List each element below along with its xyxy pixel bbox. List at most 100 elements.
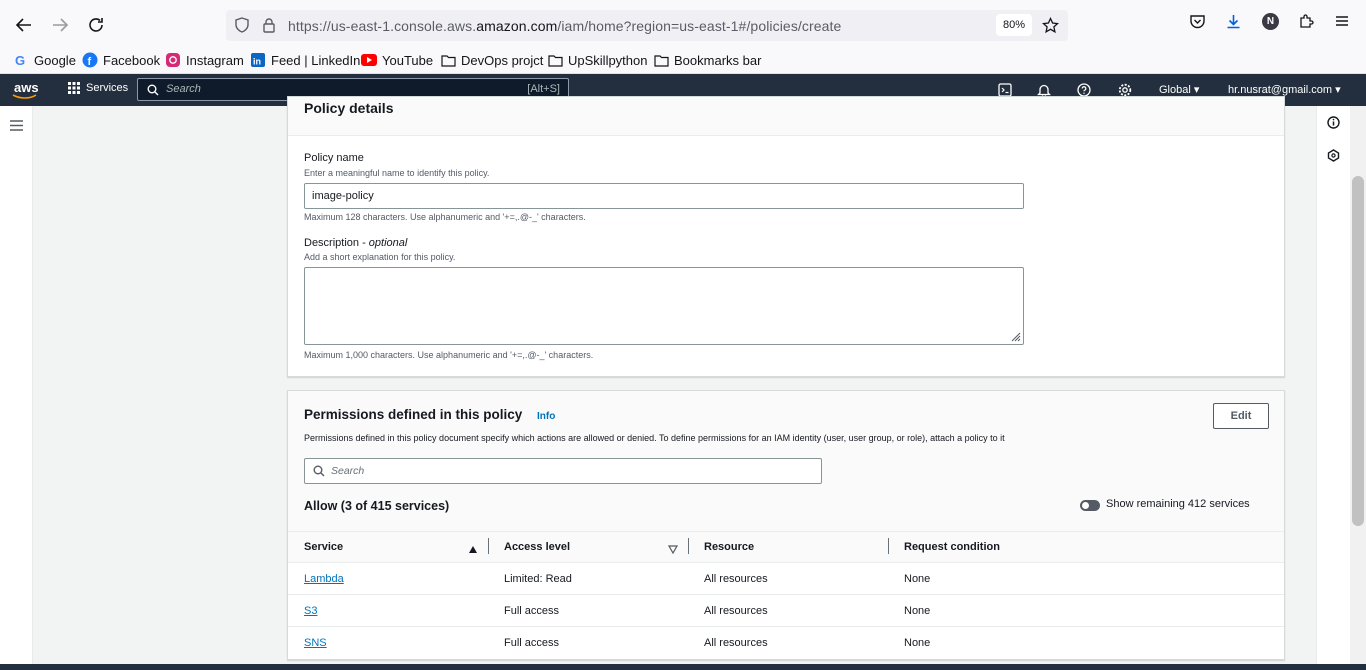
show-remaining-toggle[interactable]	[1080, 500, 1100, 511]
condition-cell: None	[904, 605, 931, 617]
column-header-service[interactable]: Service	[304, 541, 343, 553]
table-row: Lambda Limited: Read All resources None	[288, 563, 1284, 595]
left-rail	[0, 106, 33, 664]
description-constraint: Maximum 1,000 characters. Use alphanumer…	[304, 350, 594, 360]
pocket-icon[interactable]	[1189, 13, 1206, 35]
access-level-cell: Limited: Read	[504, 573, 572, 585]
back-icon[interactable]	[12, 13, 36, 37]
resource-cell: All resources	[704, 637, 768, 649]
svg-text:f: f	[88, 56, 92, 68]
address-bar[interactable]: https://us-east-1.console.aws.amazon.com…	[226, 10, 1068, 41]
resource-cell: All resources	[704, 573, 768, 585]
profile-avatar[interactable]: N	[1262, 13, 1279, 30]
facebook-icon: f	[82, 52, 98, 68]
policy-details-title: Policy details	[304, 100, 394, 116]
description-hint: Add a short explanation for this policy.	[304, 252, 456, 262]
access-level-cell: Full access	[504, 605, 560, 617]
caret-down-icon: ▾	[1335, 84, 1341, 96]
policy-name-constraint: Maximum 128 characters. Use alphanumeric…	[304, 212, 586, 222]
bookmark-folder-bookmarks-bar[interactable]: Bookmarks bar	[653, 52, 761, 68]
hamburger-menu-icon[interactable]	[10, 118, 23, 136]
access-level-cell: Full access	[504, 637, 560, 649]
bookmark-youtube[interactable]: YouTube	[361, 52, 433, 68]
bookmark-folder-devops[interactable]: DevOps projct	[440, 52, 543, 68]
region-selector[interactable]: Global ▾	[1159, 83, 1199, 96]
bookmark-facebook[interactable]: f Facebook	[82, 52, 160, 68]
info-link[interactable]: Info	[537, 411, 555, 422]
bookmark-google[interactable]: G Google	[13, 52, 76, 68]
forward-icon[interactable]	[48, 13, 72, 37]
service-link[interactable]: Lambda	[304, 573, 344, 585]
condition-cell: None	[904, 573, 931, 585]
description-label: Description - optional	[304, 237, 408, 249]
policy-name-input[interactable]: image-policy	[304, 183, 1024, 209]
service-link[interactable]: S3	[304, 605, 317, 617]
sort-ascending-icon[interactable]	[468, 541, 478, 559]
column-header-resource[interactable]: Resource	[704, 541, 754, 553]
table-row: S3 Full access All resources None	[288, 595, 1284, 627]
scrollbar-thumb[interactable]	[1352, 176, 1364, 526]
lock-icon[interactable]	[262, 17, 276, 38]
right-rail	[1316, 106, 1350, 664]
resize-grip-icon[interactable]	[1011, 332, 1021, 342]
bookmark-instagram[interactable]: Instagram	[165, 52, 244, 68]
permissions-table-header: Service Access level Resource Request co…	[288, 531, 1284, 563]
permissions-search-input[interactable]: Search	[304, 458, 822, 484]
condition-cell: None	[904, 637, 931, 649]
column-header-request-condition[interactable]: Request condition	[904, 541, 1000, 553]
search-icon	[147, 84, 159, 96]
svg-text:in: in	[253, 57, 261, 67]
menu-icon[interactable]	[1334, 13, 1350, 34]
feedback-hexagon-icon[interactable]	[1327, 149, 1340, 167]
table-row: SNS Full access All resources None	[288, 627, 1284, 659]
edit-button[interactable]: Edit	[1213, 403, 1269, 429]
download-icon[interactable]	[1225, 13, 1242, 35]
permissions-description: Permissions defined in this policy docum…	[304, 433, 1005, 443]
search-icon	[313, 465, 325, 477]
linkedin-icon: in	[250, 52, 266, 68]
zoom-level-button[interactable]: 80%	[996, 14, 1032, 36]
folder-icon	[440, 52, 456, 68]
youtube-icon	[361, 52, 377, 68]
policy-name-hint: Enter a meaningful name to identify this…	[304, 168, 490, 178]
folder-icon	[547, 52, 563, 68]
extensions-icon[interactable]	[1298, 13, 1315, 35]
bottom-strip	[0, 664, 1366, 670]
column-divider	[888, 538, 889, 554]
show-remaining-label: Show remaining 412 services	[1106, 498, 1250, 510]
resource-cell: All resources	[704, 605, 768, 617]
column-divider	[688, 538, 689, 554]
svg-text:G: G	[15, 53, 25, 67]
url-text[interactable]: https://us-east-1.console.aws.amazon.com…	[288, 18, 841, 34]
account-menu[interactable]: hr.nusrat@gmail.com ▾	[1228, 83, 1341, 96]
bookmark-linkedin[interactable]: in Feed | LinkedIn	[250, 52, 360, 68]
bookmark-star-icon[interactable]	[1042, 16, 1059, 39]
policy-name-label: Policy name	[304, 152, 364, 164]
sort-icon[interactable]	[667, 541, 679, 559]
bookmarks-bar: G Google f Facebook Instagram in Feed | …	[0, 48, 1366, 74]
browser-toolbar: https://us-east-1.console.aws.amazon.com…	[0, 0, 1366, 48]
policy-details-header: Policy details	[288, 97, 1284, 136]
services-menu-button[interactable]: Services	[68, 82, 128, 94]
allow-heading: Allow (3 of 415 services)	[304, 499, 450, 513]
permissions-title: Permissions defined in this policy	[304, 407, 523, 422]
column-header-access-level[interactable]: Access level	[504, 541, 570, 553]
permissions-header: Permissions defined in this policy Info …	[288, 391, 1284, 531]
folder-icon	[653, 52, 669, 68]
google-icon: G	[13, 52, 29, 68]
caret-down-icon: ▾	[1193, 84, 1200, 96]
aws-logo[interactable]: aws	[12, 80, 39, 99]
bookmark-folder-upskill[interactable]: UpSkillpython	[547, 52, 648, 68]
instagram-icon	[165, 52, 181, 68]
grid-icon	[68, 82, 80, 94]
service-link[interactable]: SNS	[304, 637, 327, 649]
page-scrollbar[interactable]	[1350, 106, 1366, 664]
reload-icon[interactable]	[84, 13, 108, 37]
console-page: Policy details Policy name Enter a meani…	[0, 96, 1366, 664]
description-textarea[interactable]	[304, 267, 1024, 345]
column-divider	[488, 538, 489, 554]
info-panel-icon[interactable]	[1327, 116, 1340, 134]
permissions-panel: Permissions defined in this policy Info …	[287, 390, 1285, 660]
policy-details-panel: Policy details Policy name Enter a meani…	[287, 96, 1285, 377]
shield-icon[interactable]	[234, 17, 250, 38]
